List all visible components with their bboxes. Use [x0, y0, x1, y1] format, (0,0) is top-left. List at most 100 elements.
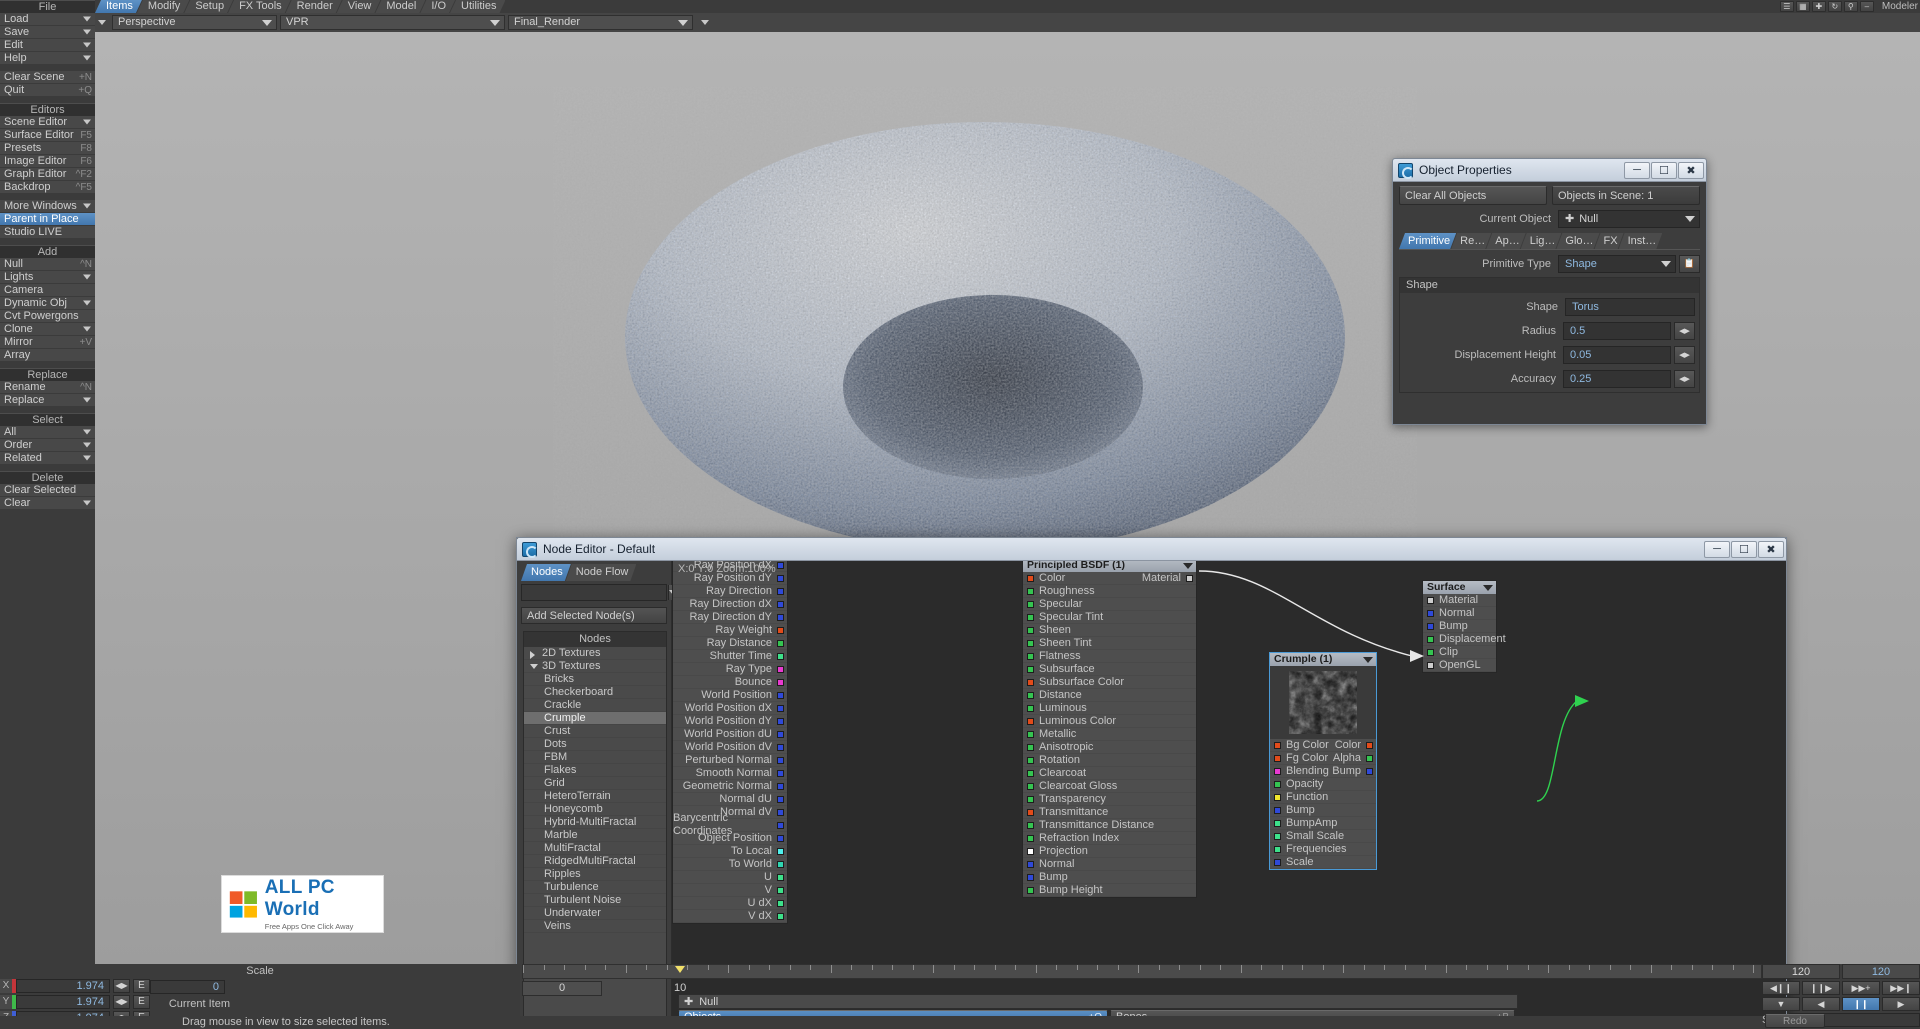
node-item-underwater[interactable]: Underwater — [524, 907, 666, 920]
spot-info-output-to-world[interactable]: To World — [673, 858, 787, 871]
port-pin-icon[interactable] — [777, 626, 784, 634]
tab-render[interactable]: Render — [286, 0, 342, 13]
sidebar-item-order[interactable]: Order — [0, 439, 95, 452]
node-item-turbulent-noise[interactable]: Turbulent Noise — [524, 894, 666, 907]
minimize-button[interactable]: ─ — [1624, 161, 1650, 179]
bsdf-input-transmittance-distance[interactable]: Transmittance Distance — [1023, 819, 1196, 832]
timeline-panel[interactable]: 0 10 — [522, 964, 1762, 996]
port-pin-icon[interactable] — [777, 860, 784, 868]
axis-spinner-y[interactable]: ◀▶ — [113, 994, 130, 1009]
port-pin-icon[interactable] — [777, 652, 784, 660]
bsdf-input-subsurface[interactable]: Subsurface — [1023, 663, 1196, 676]
axis-spinner-x[interactable]: ◀▶ — [113, 978, 130, 993]
spot-info-output-ray-direction-dy[interactable]: Ray Direction dY — [673, 611, 787, 624]
port-pin-icon[interactable] — [1027, 574, 1034, 582]
tab-i-o[interactable]: I/O — [420, 0, 455, 13]
tab-fx-tools[interactable]: FX Tools — [228, 0, 291, 13]
port-pin-icon[interactable] — [777, 574, 784, 582]
port-pin-icon[interactable] — [777, 821, 784, 829]
field-value-accuracy[interactable]: 0.25 — [1563, 369, 1671, 388]
spinner-accuracy[interactable]: ◀▶ — [1674, 369, 1695, 388]
spot-info-output-ray-direction[interactable]: Ray Direction — [673, 585, 787, 598]
node-item-dots[interactable]: Dots — [524, 738, 666, 751]
crumple-input-scale[interactable]: Scale — [1270, 856, 1376, 869]
port-pin-icon[interactable] — [1427, 661, 1434, 669]
play-reverse-icon[interactable]: ◀ — [1802, 997, 1840, 1011]
sidebar-item-surface-editor[interactable]: Surface Editor F5 — [0, 129, 95, 142]
axis-envelope-button-y[interactable]: E — [133, 994, 150, 1009]
surface-input-clip[interactable]: Clip — [1423, 646, 1496, 659]
spot-info-output-perturbed-normal[interactable]: Perturbed Normal — [673, 754, 787, 767]
port-pin-icon[interactable] — [1027, 782, 1034, 790]
objprops-tab-re-[interactable]: Re… — [1451, 233, 1491, 249]
bsdf-input-bump[interactable]: Bump — [1023, 871, 1196, 884]
node-item-hybrid-multifractal[interactable]: Hybrid-MultiFractal — [524, 816, 666, 829]
bsdf-input-distance[interactable]: Distance — [1023, 689, 1196, 702]
skip-end-icon[interactable]: ▶▶❙ — [1882, 981, 1920, 995]
bsdf-input-specular[interactable]: Specular — [1023, 598, 1196, 611]
port-pin-icon[interactable] — [1274, 832, 1281, 840]
port-pin-icon[interactable] — [1027, 730, 1034, 738]
sidebar-item-replace[interactable]: Replace — [0, 394, 95, 407]
node-item-fbm[interactable]: FBM — [524, 751, 666, 764]
port-pin-icon[interactable] — [1274, 858, 1281, 866]
port-pin-icon[interactable] — [1027, 847, 1034, 855]
spot-info-output-smooth-normal[interactable]: Smooth Normal — [673, 767, 787, 780]
bsdf-input-roughness[interactable]: Roughness — [1023, 585, 1196, 598]
surface-node-title[interactable]: Surface — [1423, 581, 1496, 594]
bsdf-input-projection[interactable]: Projection — [1023, 845, 1196, 858]
sidebar-item-image-editor[interactable]: Image Editor F6 — [0, 155, 95, 168]
frame-end-field-2[interactable]: 120 — [1842, 964, 1920, 979]
node-item-marble[interactable]: Marble — [524, 829, 666, 842]
rotate-icon[interactable]: ↻ — [1827, 1, 1842, 12]
bsdf-input-normal[interactable]: Normal — [1023, 858, 1196, 871]
crumple-input-fg-color[interactable]: Fg Color Alpha — [1270, 752, 1376, 765]
step-back-icon[interactable]: ◀❙❙ — [1762, 981, 1800, 995]
sidebar-item-parent-in-place[interactable]: Parent in Place — [0, 213, 95, 226]
node-item-grid[interactable]: Grid — [524, 777, 666, 790]
port-pin-icon[interactable] — [777, 730, 784, 738]
node-item-ripples[interactable]: Ripples — [524, 868, 666, 881]
port-pin-icon[interactable] — [1274, 754, 1281, 762]
port-pin-icon[interactable] — [1027, 652, 1034, 660]
spot-info-output-v-dx[interactable]: V dX — [673, 910, 787, 923]
objprops-tab-ap-[interactable]: Ap… — [1486, 233, 1525, 249]
play-icon[interactable]: ▶ — [1882, 997, 1920, 1011]
step-forward-icon[interactable]: ❙❙▶ — [1802, 981, 1840, 995]
spot-info-output-shutter-time[interactable]: Shutter Time — [673, 650, 787, 663]
transport-menu-icon[interactable]: ▼ — [1762, 997, 1800, 1011]
port-pin-icon[interactable] — [1186, 574, 1193, 582]
sidebar-item-clone[interactable]: Clone — [0, 323, 95, 336]
port-pin-icon[interactable] — [1027, 613, 1034, 621]
port-pin-icon[interactable] — [777, 834, 784, 842]
axis-envelope-button-x[interactable]: E — [133, 978, 150, 993]
port-pin-icon[interactable] — [777, 561, 784, 569]
sidebar-item-presets[interactable]: Presets F8 — [0, 142, 95, 155]
spinner-radius[interactable]: ◀▶ — [1674, 321, 1695, 340]
timeline-playhead[interactable] — [675, 966, 685, 973]
port-pin-icon[interactable] — [1274, 806, 1281, 814]
sidebar-item-scene-editor[interactable]: Scene Editor — [0, 116, 95, 129]
node-category-2d-textures[interactable]: 2D Textures — [524, 647, 666, 660]
bsdf-input-transmittance[interactable]: Transmittance — [1023, 806, 1196, 819]
crumple-input-function[interactable]: Function — [1270, 791, 1376, 804]
ne-maximize-button[interactable]: ☐ — [1731, 540, 1757, 558]
bsdf-input-refraction-index[interactable]: Refraction Index — [1023, 832, 1196, 845]
node-search-input[interactable] — [522, 585, 668, 600]
port-pin-icon[interactable] — [1274, 780, 1281, 788]
port-pin-icon[interactable] — [1027, 678, 1034, 686]
ne-tab-node-flow[interactable]: Node Flow — [566, 564, 637, 581]
sidebar-item-graph-editor[interactable]: Graph Editor ^F2 — [0, 168, 95, 181]
node-item-flakes[interactable]: Flakes — [524, 764, 666, 777]
bsdf-input-sheen[interactable]: Sheen — [1023, 624, 1196, 637]
spot-info-output-world-position-dy[interactable]: World Position dY — [673, 715, 787, 728]
clipboard-icon[interactable]: 📋 — [1679, 254, 1700, 273]
field-value-radius[interactable]: 0.5 — [1563, 321, 1671, 340]
sidebar-item-array[interactable]: Array — [0, 349, 95, 362]
surface-node[interactable]: Surface Material Normal Bump Displacement Cl… — [1422, 580, 1506, 673]
sidebar-item-rename[interactable]: Rename ^N — [0, 381, 95, 394]
chevron-right-icon[interactable] — [530, 651, 535, 659]
port-pin-icon[interactable] — [1027, 860, 1034, 868]
viewport-menu-icon[interactable] — [95, 20, 109, 25]
frame-end-field[interactable]: 120 — [1762, 964, 1840, 979]
